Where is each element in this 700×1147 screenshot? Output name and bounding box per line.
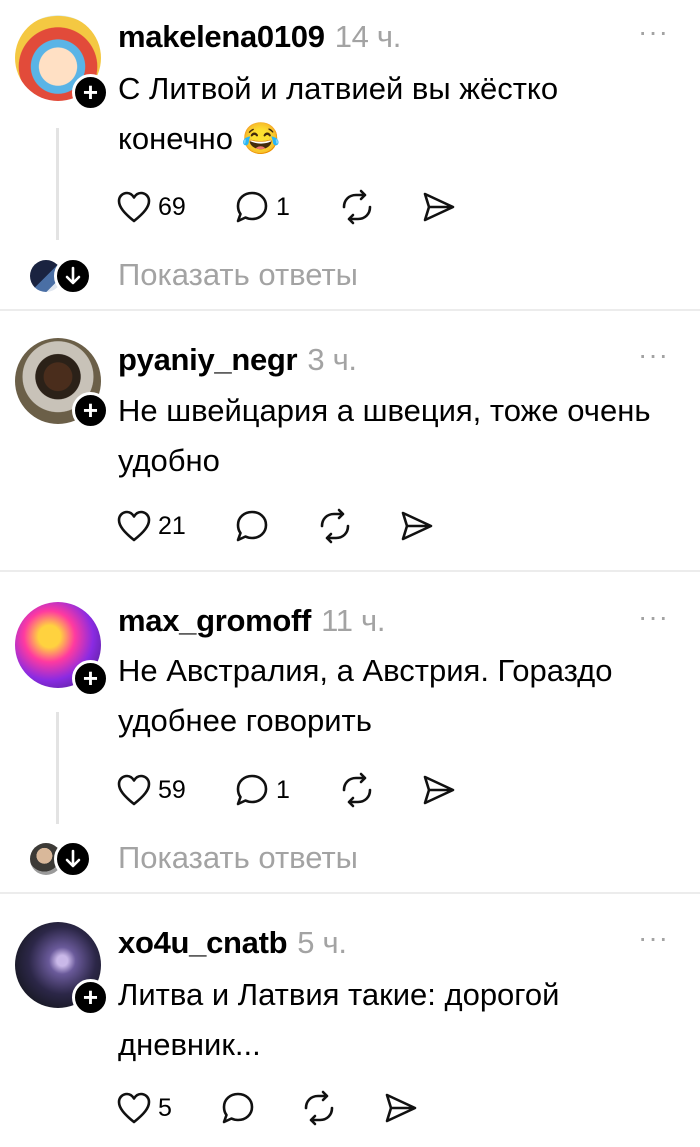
username[interactable]: max_gromoff 11 ч. bbox=[118, 603, 385, 639]
like-count: 69 bbox=[158, 192, 186, 221]
arrow-down-icon bbox=[54, 840, 92, 878]
timestamp: 5 ч. bbox=[297, 925, 347, 960]
comment-icon bbox=[236, 774, 268, 806]
comment-text: Не Австралия, а Австрия. Гораздо удобнее… bbox=[118, 653, 613, 738]
reply-button[interactable]: 1 bbox=[234, 770, 290, 810]
timestamp: 11 ч. bbox=[321, 603, 386, 638]
reply-count: 1 bbox=[276, 775, 290, 804]
repost-icon bbox=[342, 772, 372, 808]
follow-plus-icon[interactable]: + bbox=[72, 660, 109, 697]
comment-icon bbox=[236, 191, 268, 223]
username[interactable]: makelena0109 14 ч. bbox=[118, 19, 401, 55]
comment-text: Литва и Латвия такие: дорогой дневник... bbox=[118, 977, 560, 1062]
timestamp: 3 ч. bbox=[307, 342, 357, 377]
heart-icon bbox=[117, 1092, 151, 1124]
like-count: 5 bbox=[158, 1093, 172, 1122]
comment-1: + makelena0109 14 ч. ··· С Литвой и латви… bbox=[0, 0, 700, 310]
follow-plus-icon[interactable]: + bbox=[72, 979, 109, 1016]
comment-text: С Литвой и латвией вы жёстко конечно 😂 bbox=[118, 71, 559, 156]
like-button[interactable]: 5 bbox=[116, 1088, 172, 1128]
username[interactable]: pyaniy_negr 3 ч. bbox=[118, 342, 357, 378]
share-button[interactable] bbox=[382, 1088, 420, 1128]
comment-4: + xo4u_cnatb 5 ч. ··· Литва и Латвия таки… bbox=[0, 894, 700, 1147]
repost-icon bbox=[320, 508, 350, 544]
heart-icon bbox=[117, 510, 151, 542]
comment-3: + max_gromoff 11 ч. ··· Не Австралия, а А… bbox=[0, 572, 700, 892]
heart-icon bbox=[117, 191, 151, 223]
repost-button[interactable] bbox=[300, 1088, 338, 1128]
more-options-icon[interactable]: ··· bbox=[638, 339, 669, 371]
like-count: 21 bbox=[158, 511, 186, 540]
share-button[interactable] bbox=[420, 187, 458, 227]
comment-2: + pyaniy_negr 3 ч. ··· Не швейцария а шве… bbox=[0, 311, 700, 571]
repost-icon bbox=[342, 189, 372, 225]
reply-count: 1 bbox=[276, 192, 290, 221]
repost-button[interactable] bbox=[338, 770, 376, 810]
comment-icon bbox=[236, 510, 268, 542]
arrow-down-icon bbox=[54, 257, 92, 295]
comment-text: Не швейцария а швеция, тоже очень удобно bbox=[118, 393, 651, 478]
show-replies-link[interactable]: Показать ответы bbox=[118, 257, 358, 293]
send-icon bbox=[423, 192, 455, 222]
comment-icon bbox=[222, 1092, 254, 1124]
repost-icon bbox=[304, 1090, 334, 1126]
more-options-icon[interactable]: ··· bbox=[638, 922, 669, 954]
reply-button[interactable] bbox=[234, 506, 270, 546]
reply-button[interactable] bbox=[220, 1088, 256, 1128]
repost-button[interactable] bbox=[338, 187, 376, 227]
send-icon bbox=[401, 511, 433, 541]
thread-line bbox=[56, 128, 59, 240]
reply-button[interactable]: 1 bbox=[234, 187, 290, 227]
follow-plus-icon[interactable]: + bbox=[72, 392, 109, 429]
username[interactable]: xo4u_cnatb 5 ч. bbox=[118, 925, 347, 961]
share-button[interactable] bbox=[420, 770, 458, 810]
thread-line bbox=[56, 712, 59, 824]
more-options-icon[interactable]: ··· bbox=[638, 16, 669, 48]
more-options-icon[interactable]: ··· bbox=[638, 601, 669, 633]
send-icon bbox=[385, 1093, 417, 1123]
timestamp: 14 ч. bbox=[334, 19, 402, 54]
like-button[interactable]: 69 bbox=[116, 187, 186, 227]
show-replies-link[interactable]: Показать ответы bbox=[118, 840, 358, 876]
follow-plus-icon[interactable]: + bbox=[72, 74, 109, 111]
share-button[interactable] bbox=[398, 506, 436, 546]
repost-button[interactable] bbox=[316, 506, 354, 546]
heart-icon bbox=[117, 774, 151, 806]
send-icon bbox=[423, 775, 455, 805]
like-button[interactable]: 21 bbox=[116, 506, 186, 546]
like-button[interactable]: 59 bbox=[116, 770, 186, 810]
like-count: 59 bbox=[158, 775, 186, 804]
